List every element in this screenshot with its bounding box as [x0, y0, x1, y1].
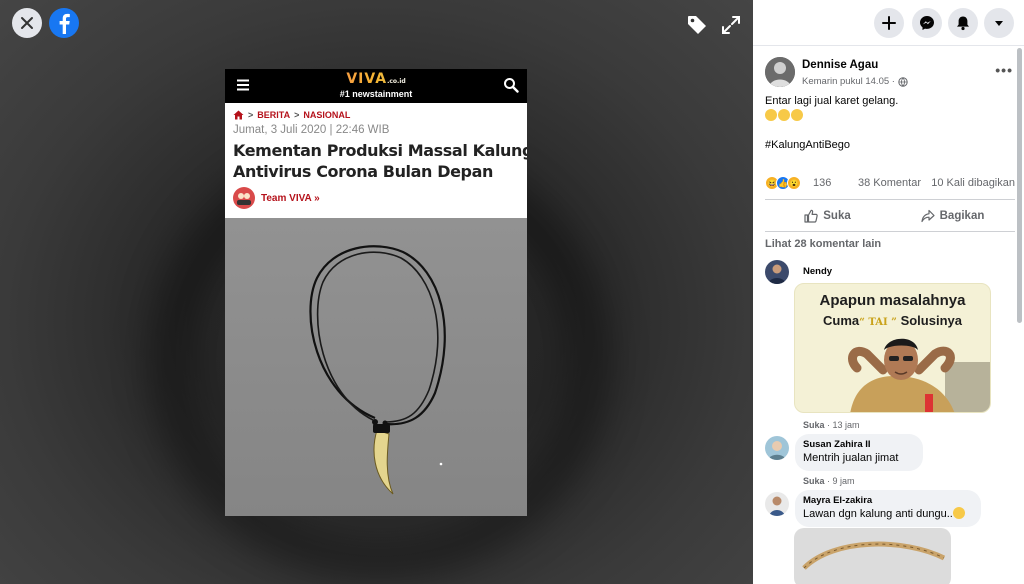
messenger-icon — [920, 16, 934, 30]
comment-like-link[interactable]: Suka — [803, 420, 825, 430]
grin-emoji-icon — [765, 109, 777, 121]
post-author-name[interactable]: Dennise Agau — [802, 59, 878, 71]
post-header: Dennise Agau Kemarin pukul 14.05 · ••• — [765, 57, 1015, 91]
share-label: Bagikan — [939, 209, 985, 222]
post-time[interactable]: Kemarin pukul 14.05 · — [802, 76, 895, 87]
expand-icon — [722, 16, 740, 34]
comment-time[interactable]: · 13 jam — [827, 420, 860, 430]
breadcrumb-item: NASIONAL — [303, 110, 351, 120]
comment-text: Mentrih jualan jimat — [803, 452, 899, 464]
reaction-icons[interactable]: 😆 👍 😮 — [765, 176, 801, 190]
facebook-logo-icon[interactable] — [49, 8, 79, 38]
comment-author[interactable]: Mayra El-zakira — [803, 495, 973, 507]
home-icon — [233, 110, 244, 120]
site-logo-suffix: .co.id — [387, 78, 406, 85]
site-tagline: #1 newstainment — [339, 89, 413, 99]
comment-attachment-image[interactable] — [794, 528, 951, 584]
wow-reaction-icon: 😮 — [787, 176, 801, 190]
close-icon — [21, 17, 33, 29]
article-title: Kementan Produksi Massal Kalung Antiviru… — [225, 136, 527, 182]
messenger-button[interactable] — [912, 8, 942, 38]
tag-icon — [688, 16, 706, 34]
grin-emoji-icon — [791, 109, 803, 121]
comment-time[interactable]: · 9 jam — [827, 476, 855, 486]
share-button[interactable]: Bagikan — [890, 200, 1015, 231]
breadcrumb: > BERITA > NASIONAL — [225, 103, 527, 120]
avatar[interactable] — [765, 492, 789, 516]
thumbs-up-icon — [804, 209, 818, 223]
panel-scrollbar[interactable] — [1017, 48, 1022, 323]
post-options-button[interactable]: ••• — [995, 62, 1013, 78]
plus-icon — [882, 16, 896, 30]
article-date: Jumat, 3 Juli 2020 | 22:46 WIB — [233, 124, 390, 136]
reaction-count[interactable]: 136 — [813, 177, 831, 189]
avatar[interactable] — [765, 436, 789, 460]
article-title-line: Kementan Produksi Massal Kalung — [233, 141, 527, 160]
article-title-line: Antivirus Corona Bulan Depan — [233, 162, 493, 181]
account-menu-button[interactable] — [984, 8, 1014, 38]
author-avatar — [233, 187, 255, 209]
tag-button[interactable] — [684, 12, 710, 38]
breadcrumb-item: BERITA — [257, 110, 291, 120]
article-image[interactable]: VIVA.co.id #1 newstainment > BERITA > NA… — [225, 69, 527, 516]
notifications-button[interactable] — [948, 8, 978, 38]
necklace-photo — [225, 218, 527, 516]
view-more-comments-link[interactable]: Lihat 28 komentar lain — [765, 238, 881, 250]
tongue-emoji-icon — [952, 507, 965, 519]
comment-author[interactable]: Nendy — [803, 266, 832, 277]
search-icon — [504, 78, 519, 93]
comments-count[interactable]: 38 Komentar — [858, 177, 921, 189]
post-panel: Dennise Agau Kemarin pukul 14.05 · ••• E… — [753, 0, 1024, 584]
comment-like-link[interactable]: Suka — [803, 476, 825, 486]
avatar[interactable] — [765, 260, 789, 284]
comment-author[interactable]: Susan Zahira II — [803, 439, 915, 451]
top-bar — [753, 0, 1024, 46]
sticker-illustration — [848, 338, 990, 412]
fullscreen-button[interactable] — [718, 12, 744, 38]
author-name: Team VIVA » — [261, 192, 320, 204]
bell-icon — [957, 16, 969, 31]
create-button[interactable] — [874, 8, 904, 38]
post-text-line: Entar lagi jual karet gelang. — [765, 95, 899, 107]
comment-meta: Suka · 13 jam — [803, 420, 860, 430]
post-text: Entar lagi jual karet gelang. #KalungAnt… — [765, 94, 1015, 153]
globe-icon — [898, 76, 908, 87]
comment-text: Lawan dgn kalung anti dungu.. — [803, 508, 953, 520]
grin-emoji-icon — [778, 109, 790, 121]
post-emoji-line — [765, 109, 1015, 124]
hashtag-link[interactable]: #KalungAntiBego — [765, 138, 1015, 153]
comment-bubble: Susan Zahira II Mentrih jualan jimat — [795, 434, 923, 471]
share-icon — [921, 209, 935, 222]
comment-meta: Suka · 9 jam — [803, 476, 855, 486]
like-button[interactable]: Suka — [765, 200, 890, 231]
comment-text-line: Lawan dgn kalung anti dungu.. — [803, 507, 973, 522]
site-logo: VIVA.co.id #1 newstainment — [225, 72, 527, 100]
comment-sticker-image[interactable]: Apapun masalahnya Cuma“ TAI ” Solusinya — [794, 283, 991, 413]
article-author: Team VIVA » — [225, 182, 527, 209]
shares-count[interactable]: 10 Kali dibagikan — [931, 177, 1015, 189]
site-logo-text: VIVA — [346, 71, 388, 87]
close-button[interactable] — [12, 8, 42, 38]
caret-down-icon — [995, 21, 1003, 26]
post-meta: Kemarin pukul 14.05 · — [802, 76, 908, 87]
photo-viewer: VIVA.co.id #1 newstainment > BERITA > NA… — [0, 0, 753, 584]
site-header: VIVA.co.id #1 newstainment — [225, 69, 527, 103]
like-label: Suka — [823, 209, 851, 222]
comment-bubble: Mayra El-zakira Lawan dgn kalung anti du… — [795, 490, 981, 527]
post-actions: Suka Bagikan — [765, 199, 1015, 232]
post-stats: 😆 👍 😮 136 38 Komentar 10 Kali dibagikan — [765, 176, 1015, 192]
avatar[interactable] — [765, 57, 795, 87]
